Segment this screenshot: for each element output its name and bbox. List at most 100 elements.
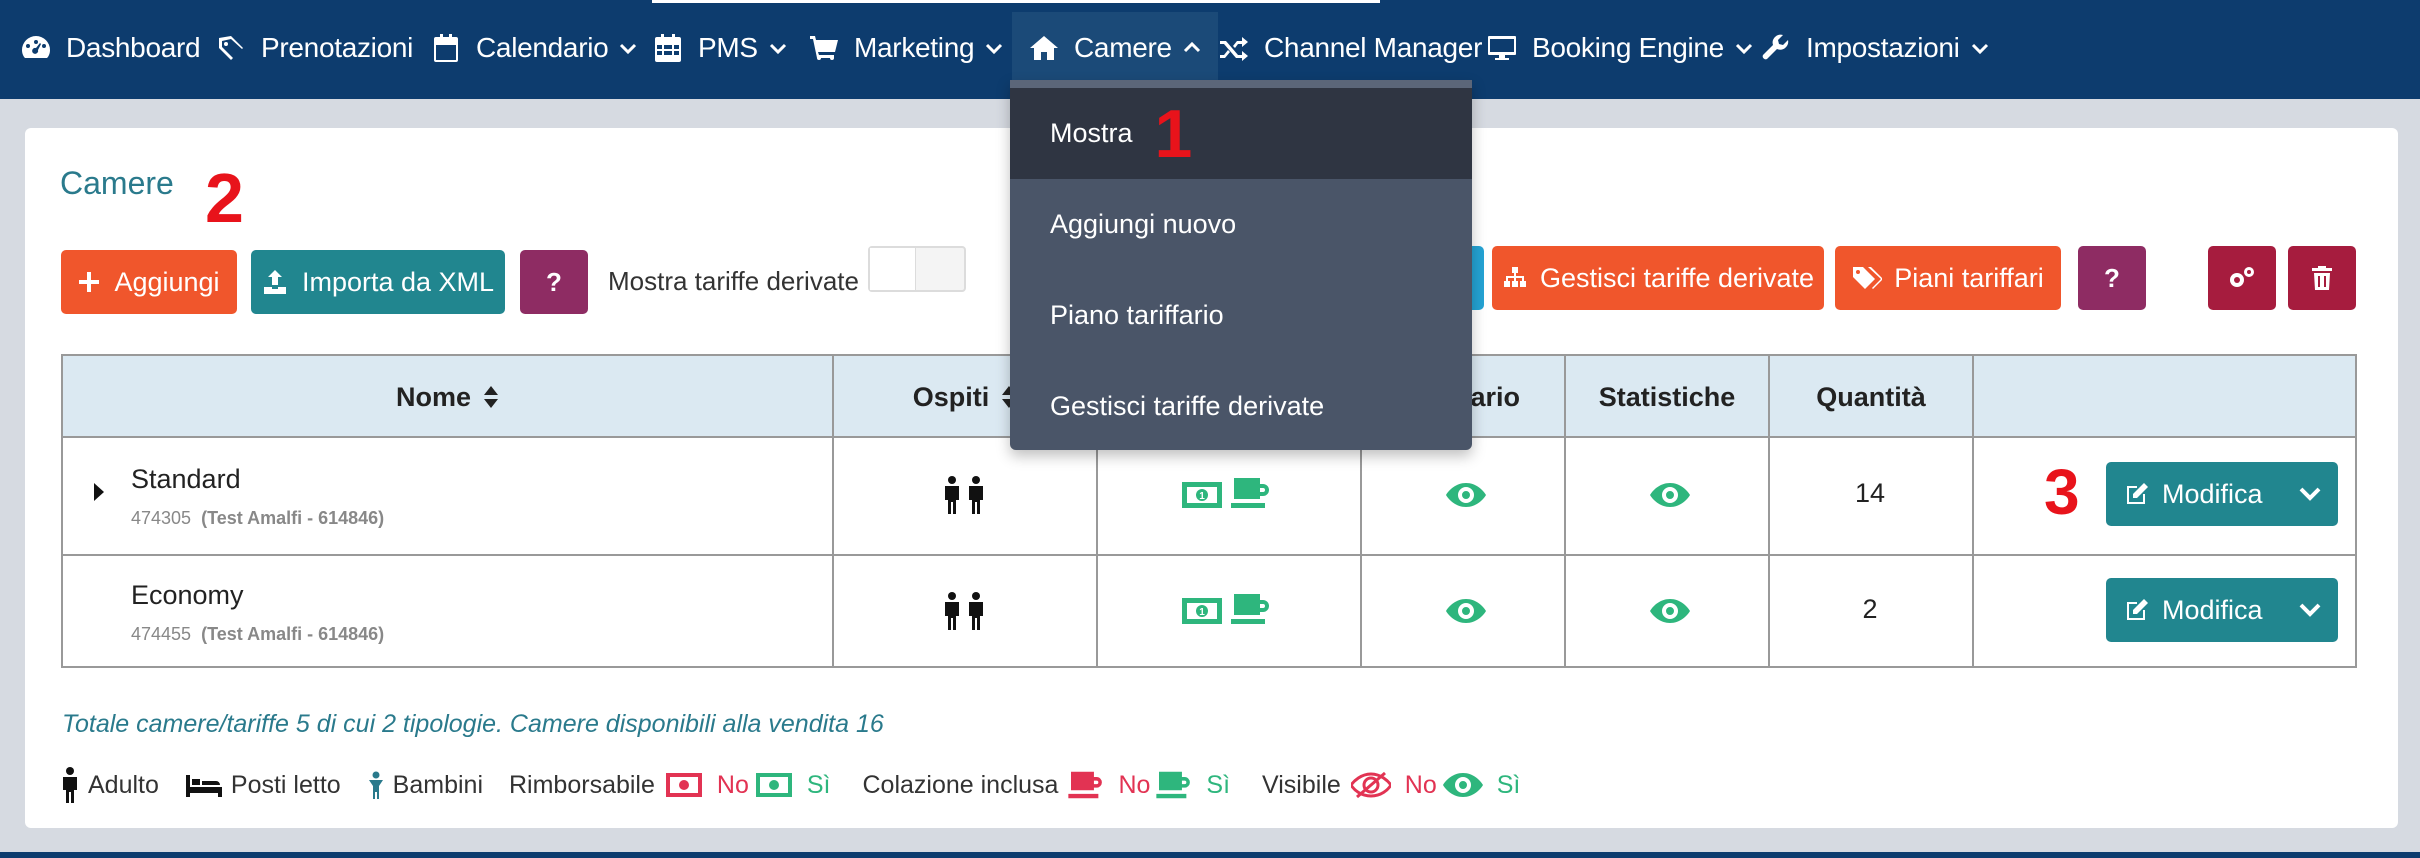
dropdown-item-gestisci-tariffe-derivate[interactable]: Gestisci tariffe derivate — [1010, 361, 1472, 452]
header-quantita: Quantità — [1770, 356, 1972, 438]
legend-adulto: Adulto — [60, 767, 159, 803]
bottom-border — [0, 852, 2420, 858]
header-statistiche: Statistiche — [1566, 356, 1768, 438]
nav-dashboard[interactable]: Dashboard — [20, 0, 201, 96]
manage-derived-rates-label: Gestisci tariffe derivate — [1539, 262, 1815, 293]
legend-rimborsabile-label: Rimborsabile — [509, 770, 655, 799]
manage-derived-rates-button[interactable]: Gestisci tariffe derivate — [1492, 246, 1824, 310]
legend-si: Sì — [1206, 770, 1231, 799]
child-icon — [368, 771, 383, 799]
nav-booking-engine[interactable]: Booking Engine — [1486, 0, 1754, 96]
expand-caret-icon[interactable] — [93, 482, 105, 502]
help-button[interactable]: ? — [520, 250, 588, 314]
import-xml-button[interactable]: Importa da XML — [251, 250, 505, 314]
nav-booking-engine-label: Booking Engine — [1532, 32, 1724, 63]
dropdown-item-piano-tariffario[interactable]: Piano tariffario — [1010, 270, 1472, 361]
toggle-knob — [870, 248, 916, 290]
legend-si: Sì — [1496, 770, 1521, 799]
legend-si: Sì — [806, 770, 831, 799]
statistics-visible-eye-icon[interactable] — [1650, 482, 1690, 508]
chevron-down-icon — [769, 43, 786, 55]
nav-channel-manager-label: Channel Manager — [1264, 32, 1483, 63]
bed-icon — [185, 775, 222, 797]
svg-text:1: 1 — [1199, 607, 1205, 618]
icon-legend: Adulto Posti letto Bambini Rimborsabile … — [60, 765, 1552, 805]
tags-icon — [1853, 267, 1883, 289]
dropdown-item-label: Gestisci tariffe derivate — [1050, 391, 1325, 421]
dashboard-gauge-icon — [22, 36, 50, 58]
col-divider — [1972, 356, 1974, 668]
room-name-economy: Economy — [131, 580, 244, 610]
legend-colazione: Colazione inclusa No Sì — [862, 770, 1236, 800]
room-id: 474305 — [131, 508, 192, 528]
annotation-number-2: 2 — [205, 159, 244, 237]
statistics-visible-eye-icon[interactable] — [1650, 598, 1690, 624]
dropdown-item-label: Piano tariffario — [1050, 300, 1224, 330]
help-button-2[interactable]: ? — [2078, 246, 2146, 310]
legend-bambini: Bambini — [367, 771, 483, 800]
settings-button[interactable] — [2208, 246, 2276, 310]
add-button-label: Aggiungi — [114, 266, 220, 297]
annotation-number-1: 1 — [1154, 95, 1193, 172]
svg-text:1: 1 — [1199, 491, 1205, 502]
chevron-down-icon — [1735, 43, 1753, 55]
nav-camere-label: Camere — [1074, 32, 1172, 63]
adult-icon — [63, 767, 77, 803]
legend-adulto-label: Adulto — [88, 770, 159, 799]
breakfast-cup-icon — [1231, 594, 1269, 624]
room-id: 474455 — [131, 624, 192, 644]
header-statistiche-label: Statistiche — [1598, 381, 1736, 412]
dropdown-item-label: Mostra — [1050, 118, 1133, 148]
header-nome-label: Nome — [395, 381, 471, 412]
calendar-visible-eye-icon[interactable] — [1446, 598, 1486, 624]
plus-icon — [79, 272, 100, 292]
refundable-money-icon: 1 — [1182, 598, 1222, 624]
edit-button-label: Modifica — [2162, 594, 2263, 625]
trash-icon — [2312, 266, 2332, 290]
quantity-economy: 2 — [1862, 594, 1878, 624]
calendar-visible-eye-icon[interactable] — [1446, 482, 1486, 508]
quantity-standard: 14 — [1854, 478, 1886, 508]
edit-button-standard[interactable]: Modifica — [2106, 462, 2338, 526]
nav-prenotazioni[interactable]: Prenotazioni — [215, 0, 413, 96]
header-ospiti-label: Ospiti — [912, 381, 990, 412]
delete-button[interactable] — [2288, 246, 2356, 310]
eye-slash-icon — [1350, 771, 1391, 799]
legend-colazione-label: Colazione inclusa — [862, 770, 1059, 799]
legend-no: No — [1118, 770, 1151, 799]
dropdown-item-aggiungi-nuovo[interactable]: Aggiungi nuovo — [1010, 179, 1472, 270]
legend-no: No — [716, 770, 749, 799]
calendar-icon — [434, 34, 458, 62]
summary-note: Totale camere/tariffe 5 di cui 2 tipolog… — [62, 710, 884, 738]
legend-bambini-label: Bambini — [392, 770, 483, 799]
derived-rates-toggle[interactable] — [868, 246, 966, 292]
wrench-icon — [1762, 34, 1789, 60]
chevron-down-icon — [986, 43, 1003, 55]
nav-marketing[interactable]: Marketing — [808, 0, 1004, 96]
import-xml-label: Importa da XML — [301, 266, 495, 297]
add-button[interactable]: Aggiungi — [61, 250, 237, 314]
nav-calendario[interactable]: Calendario — [430, 0, 638, 96]
breakfast-cup-icon — [1231, 478, 1269, 508]
sitemap-icon — [1503, 267, 1526, 287]
legend-posti-letto-label: Posti letto — [230, 770, 341, 799]
desktop-monitor-icon — [1488, 36, 1516, 60]
nav-camere[interactable]: Camere — [1012, 12, 1218, 84]
legend-rimborsabile: Rimborsabile No Sì — [509, 771, 836, 800]
nav-pms[interactable]: PMS — [652, 0, 788, 96]
dropdown-item-mostra[interactable]: Mostra 1 — [1010, 88, 1472, 179]
refundable-money-icon: 1 — [1182, 482, 1222, 508]
sort-icon — [484, 386, 498, 408]
nav-marketing-label: Marketing — [854, 32, 975, 63]
toggle-label: Mostra tariffe derivate — [608, 266, 859, 296]
nav-impostazioni[interactable]: Impostazioni — [1760, 0, 1990, 96]
legend-posti-letto: Posti letto — [185, 771, 341, 800]
chevron-down-icon — [620, 43, 637, 55]
room-meta-economy: 474455 (Test Amalfi - 614846) — [131, 624, 384, 645]
rate-plans-label: Piani tariffari — [1894, 262, 2044, 293]
shopping-cart-icon — [810, 36, 838, 60]
header-nome[interactable]: Nome — [63, 356, 832, 438]
edit-button-economy[interactable]: Modifica — [2106, 578, 2338, 642]
rate-plans-button[interactable]: Piani tariffari — [1835, 246, 2061, 310]
non-refundable-money-icon — [665, 773, 702, 797]
